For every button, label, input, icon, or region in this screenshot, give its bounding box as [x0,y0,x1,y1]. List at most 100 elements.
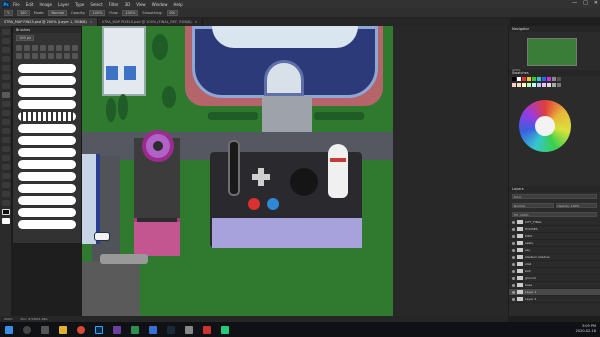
swatch[interactable] [522,83,526,87]
swatch[interactable] [542,83,546,87]
menu-image[interactable]: Image [36,2,55,7]
flow-field[interactable]: 100% [122,9,139,16]
move-tool-icon[interactable] [2,29,10,35]
layer-row[interactable]: HOUSES [509,226,600,233]
shape-tool-icon[interactable] [2,182,10,188]
chrome-icon[interactable] [77,325,85,334]
swatch[interactable] [547,83,551,87]
layer-row[interactable]: base [509,282,600,289]
swatch[interactable] [537,83,541,87]
brush-preset[interactable] [24,45,30,51]
swatch[interactable] [527,83,531,87]
brush-preset[interactable] [72,45,78,51]
hand-tool-icon[interactable] [2,191,10,197]
swatch[interactable] [522,77,526,81]
close-icon[interactable]: × [90,20,93,24]
gradient-tool-icon[interactable] [2,128,10,134]
brush-preset[interactable] [64,45,70,51]
swatch[interactable] [517,77,521,81]
swatch[interactable] [512,83,516,87]
swatch[interactable] [517,83,521,87]
brush-tool-icon[interactable] [2,92,10,98]
tab-document-1[interactable]: STRA_MAP FIN23.psd @ 200% (Layer 1, RGB/… [0,18,98,26]
eye-icon[interactable] [512,241,515,245]
tab-document-2[interactable]: STRA_MAP PIXELS.psd @ 100% (FINAL_REF, R… [98,18,203,26]
photoshop-logo-icon[interactable]: Ps [2,0,10,8]
layer-row[interactable]: sky [509,247,600,254]
menu-filter[interactable]: Filter [106,2,122,7]
app-icon[interactable] [203,325,211,334]
steam-icon[interactable] [167,325,175,334]
layer-row[interactable]: stall [509,261,600,268]
swatch[interactable] [527,77,531,81]
swatch[interactable] [537,77,541,81]
layer-row[interactable]: KIDS [509,233,600,240]
brush-preset[interactable] [32,53,38,59]
windows-start-icon[interactable] [5,325,13,334]
background-color-icon[interactable] [2,218,10,224]
brush-preset[interactable] [56,45,62,51]
layer-kind-filter[interactable]: Kind [512,194,597,199]
menu-help[interactable]: Help [170,2,185,7]
close-icon[interactable]: × [195,20,198,24]
menu-select[interactable]: Select [87,2,105,7]
brush-stroke-preview[interactable] [18,220,76,229]
eraser-tool-icon[interactable] [2,119,10,125]
smoothing-field[interactable]: 0% [166,9,179,16]
brush-stroke-preview[interactable] [18,208,76,217]
eye-icon[interactable] [512,234,515,238]
layer-fill-field[interactable]: Fill: 100% [512,212,597,217]
brush-preset[interactable] [24,53,30,59]
brush-stroke-preview[interactable] [18,64,76,73]
brush-preset[interactable] [64,53,70,59]
brush-preset[interactable] [72,53,78,59]
app-icon[interactable] [185,325,193,334]
brush-stroke-preview[interactable] [18,160,76,169]
layer-row[interactable]: ground [509,275,600,282]
brush-stroke-preview[interactable] [18,112,76,121]
brush-stroke-preview[interactable] [18,196,76,205]
pen-tool-icon[interactable] [2,155,10,161]
layer-row[interactable]: Layer 2 [509,296,600,303]
app-icon[interactable] [131,325,139,334]
brush-preset[interactable] [48,53,54,59]
lasso-tool-icon[interactable] [2,47,10,53]
app-icon[interactable] [221,325,229,334]
mode-select[interactable]: Normal [48,9,68,16]
navigator-thumbnail[interactable] [527,38,577,66]
photoshop-taskbar-icon[interactable] [95,325,103,334]
zoom-level[interactable]: 200% [4,317,13,321]
swatch[interactable] [512,77,516,81]
brush-stroke-preview[interactable] [18,184,76,193]
path-select-tool-icon[interactable] [2,173,10,179]
stamp-tool-icon[interactable] [2,101,10,107]
brush-tool-icon[interactable]: ✎ [4,9,13,16]
brush-stroke-preview[interactable] [18,100,76,109]
brush-preset[interactable] [40,45,46,51]
swatch[interactable] [542,77,546,81]
eye-icon[interactable] [512,262,515,266]
marquee-tool-icon[interactable] [2,38,10,44]
dodge-tool-icon[interactable] [2,146,10,152]
menu-edit[interactable]: Edit [23,2,37,7]
blend-mode-select[interactable]: Normal [512,203,554,208]
minimize-button[interactable]: — [572,0,577,6]
brush-preset[interactable] [16,53,22,59]
task-view-icon[interactable] [41,325,49,334]
brush-stroke-preview[interactable] [18,148,76,157]
brush-size-field[interactable]: 100 px [16,35,35,41]
swatch[interactable] [552,83,556,87]
navigator-zoom[interactable]: 200% [512,68,521,72]
healing-tool-icon[interactable] [2,83,10,89]
menu-type[interactable]: Type [72,2,87,7]
swatch[interactable] [557,83,561,87]
eye-icon[interactable] [512,227,515,231]
quick-select-tool-icon[interactable] [2,56,10,62]
crop-tool-icon[interactable] [2,65,10,71]
eye-icon[interactable] [512,269,515,273]
eye-icon[interactable] [512,248,515,252]
layer-opacity-field[interactable]: Opacity: 100% [555,203,597,208]
brush-size-picker[interactable]: 100 [16,9,30,16]
layer-row[interactable]: seats [509,240,600,247]
brush-preset[interactable] [56,53,62,59]
